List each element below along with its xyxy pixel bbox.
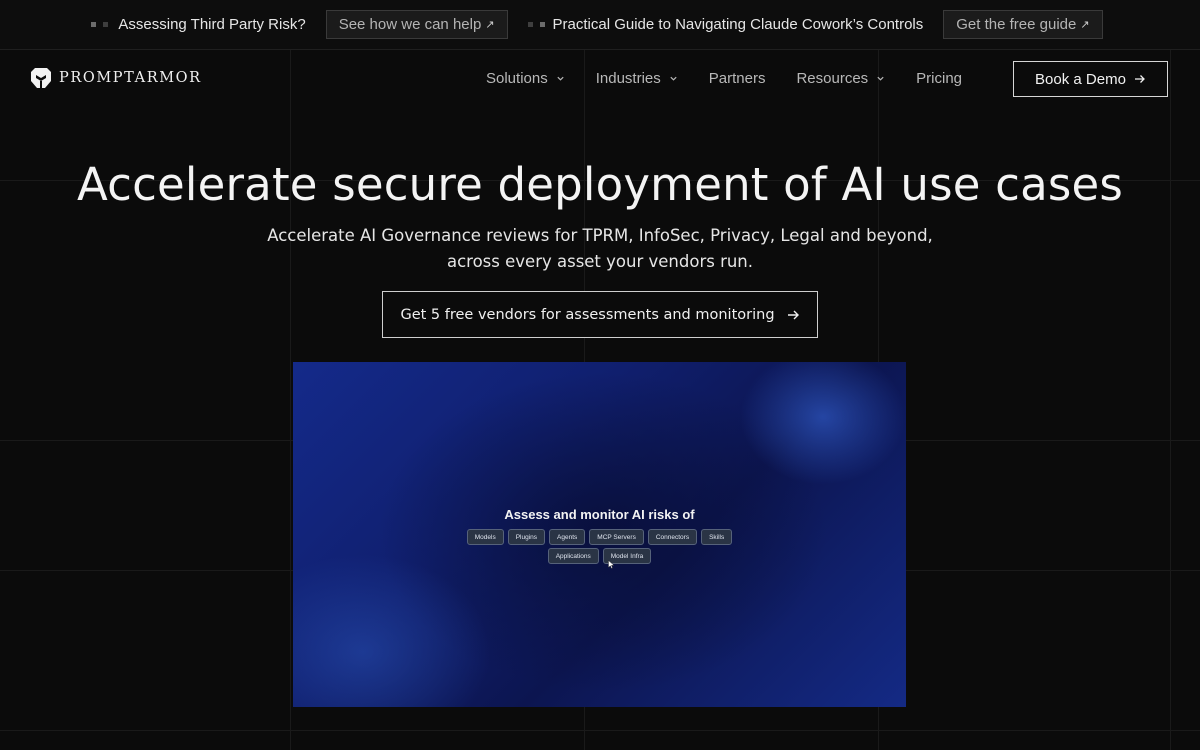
hero-subtitle-line: Accelerate AI Governance reviews for TPR… [267,226,933,245]
bullet-square-icon [527,22,533,27]
book-demo-label: Book a Demo [1035,70,1126,88]
bullet-square-icon [103,22,109,27]
hero-subtitle-line: across every asset your vendors run. [446,252,754,271]
book-demo-button[interactable]: Book a Demo [1013,61,1168,97]
navbar: PROMPTARMOR Solutions Industries Partner… [0,50,1200,108]
chevron-down-icon [670,76,677,81]
chip-mcp-servers[interactable]: MCP Servers [589,529,644,545]
arrow-right-icon [787,310,799,319]
hero-media-panel: Assess and monitor AI risks of Models Pl… [293,362,906,707]
nav-menu: Solutions Industries Partners Resources … [486,70,993,87]
asset-chips-row: Applications Model Infra [293,548,906,564]
nav-item-label: Pricing [916,70,963,87]
chip-models[interactable]: Models [466,529,504,545]
mouse-cursor-icon [608,560,615,569]
cta-label: Get 5 free vendors for assessments and m… [400,306,775,323]
see-how-label: See how we can help [338,16,482,33]
nav-item-industries[interactable]: Industries [596,70,678,87]
nav-item-pricing[interactable]: Pricing [916,70,962,87]
announcement-text: Assessing Third Party Risk? [118,16,306,33]
announcement-item-1: Assessing Third Party Risk? See how we c… [91,10,513,39]
chevron-down-icon [877,76,884,81]
free-guide-button[interactable]: Get the free guide ↗ [943,10,1103,39]
chip-applications[interactable]: Applications [547,548,599,564]
nav-item-resources[interactable]: Resources [796,70,885,87]
hero-subtitle: Accelerate AI Governance reviews for TPR… [0,223,1200,275]
nav-item-label: Industries [595,70,661,87]
nav-item-label: Solutions [486,70,548,87]
chevron-down-icon [557,76,564,81]
chip-agents[interactable]: Agents [549,529,586,545]
see-how-button[interactable]: See how we can help ↗ [325,10,508,39]
arrow-right-icon [1134,75,1145,83]
chip-connectors[interactable]: Connectors [647,529,698,545]
chip-skills[interactable]: Skills [701,529,733,545]
announcement-item-2: Practical Guide to Navigating Claude Cow… [527,10,1109,39]
announcement-bar: Assessing Third Party Risk? See how we c… [0,0,1200,50]
bullet-square-icon [91,22,97,27]
media-title: Assess and monitor AI risks of [504,507,695,522]
announcement-text: Practical Guide to Navigating Claude Cow… [552,16,924,33]
helmet-logo-icon [31,68,51,88]
free-guide-label: Get the free guide [956,16,1077,33]
chip-plugins[interactable]: Plugins [507,529,546,545]
free-vendors-cta-button[interactable]: Get 5 free vendors for assessments and m… [382,291,818,338]
external-arrow-icon: ↗ [1080,19,1090,31]
hero-title: Accelerate secure deployment of AI use c… [76,158,1124,211]
asset-chips-row: Models Plugins Agents MCP Servers Connec… [293,529,906,545]
nav-item-partners[interactable]: Partners [709,70,766,87]
nav-item-label: Partners [708,70,766,87]
bullet-square-icon [539,22,545,27]
nav-item-solutions[interactable]: Solutions [486,70,565,87]
logo[interactable]: PROMPTARMOR [31,67,202,89]
logo-text: PROMPTARMOR [59,70,202,86]
external-arrow-icon: ↗ [485,19,495,31]
nav-item-label: Resources [796,70,869,87]
